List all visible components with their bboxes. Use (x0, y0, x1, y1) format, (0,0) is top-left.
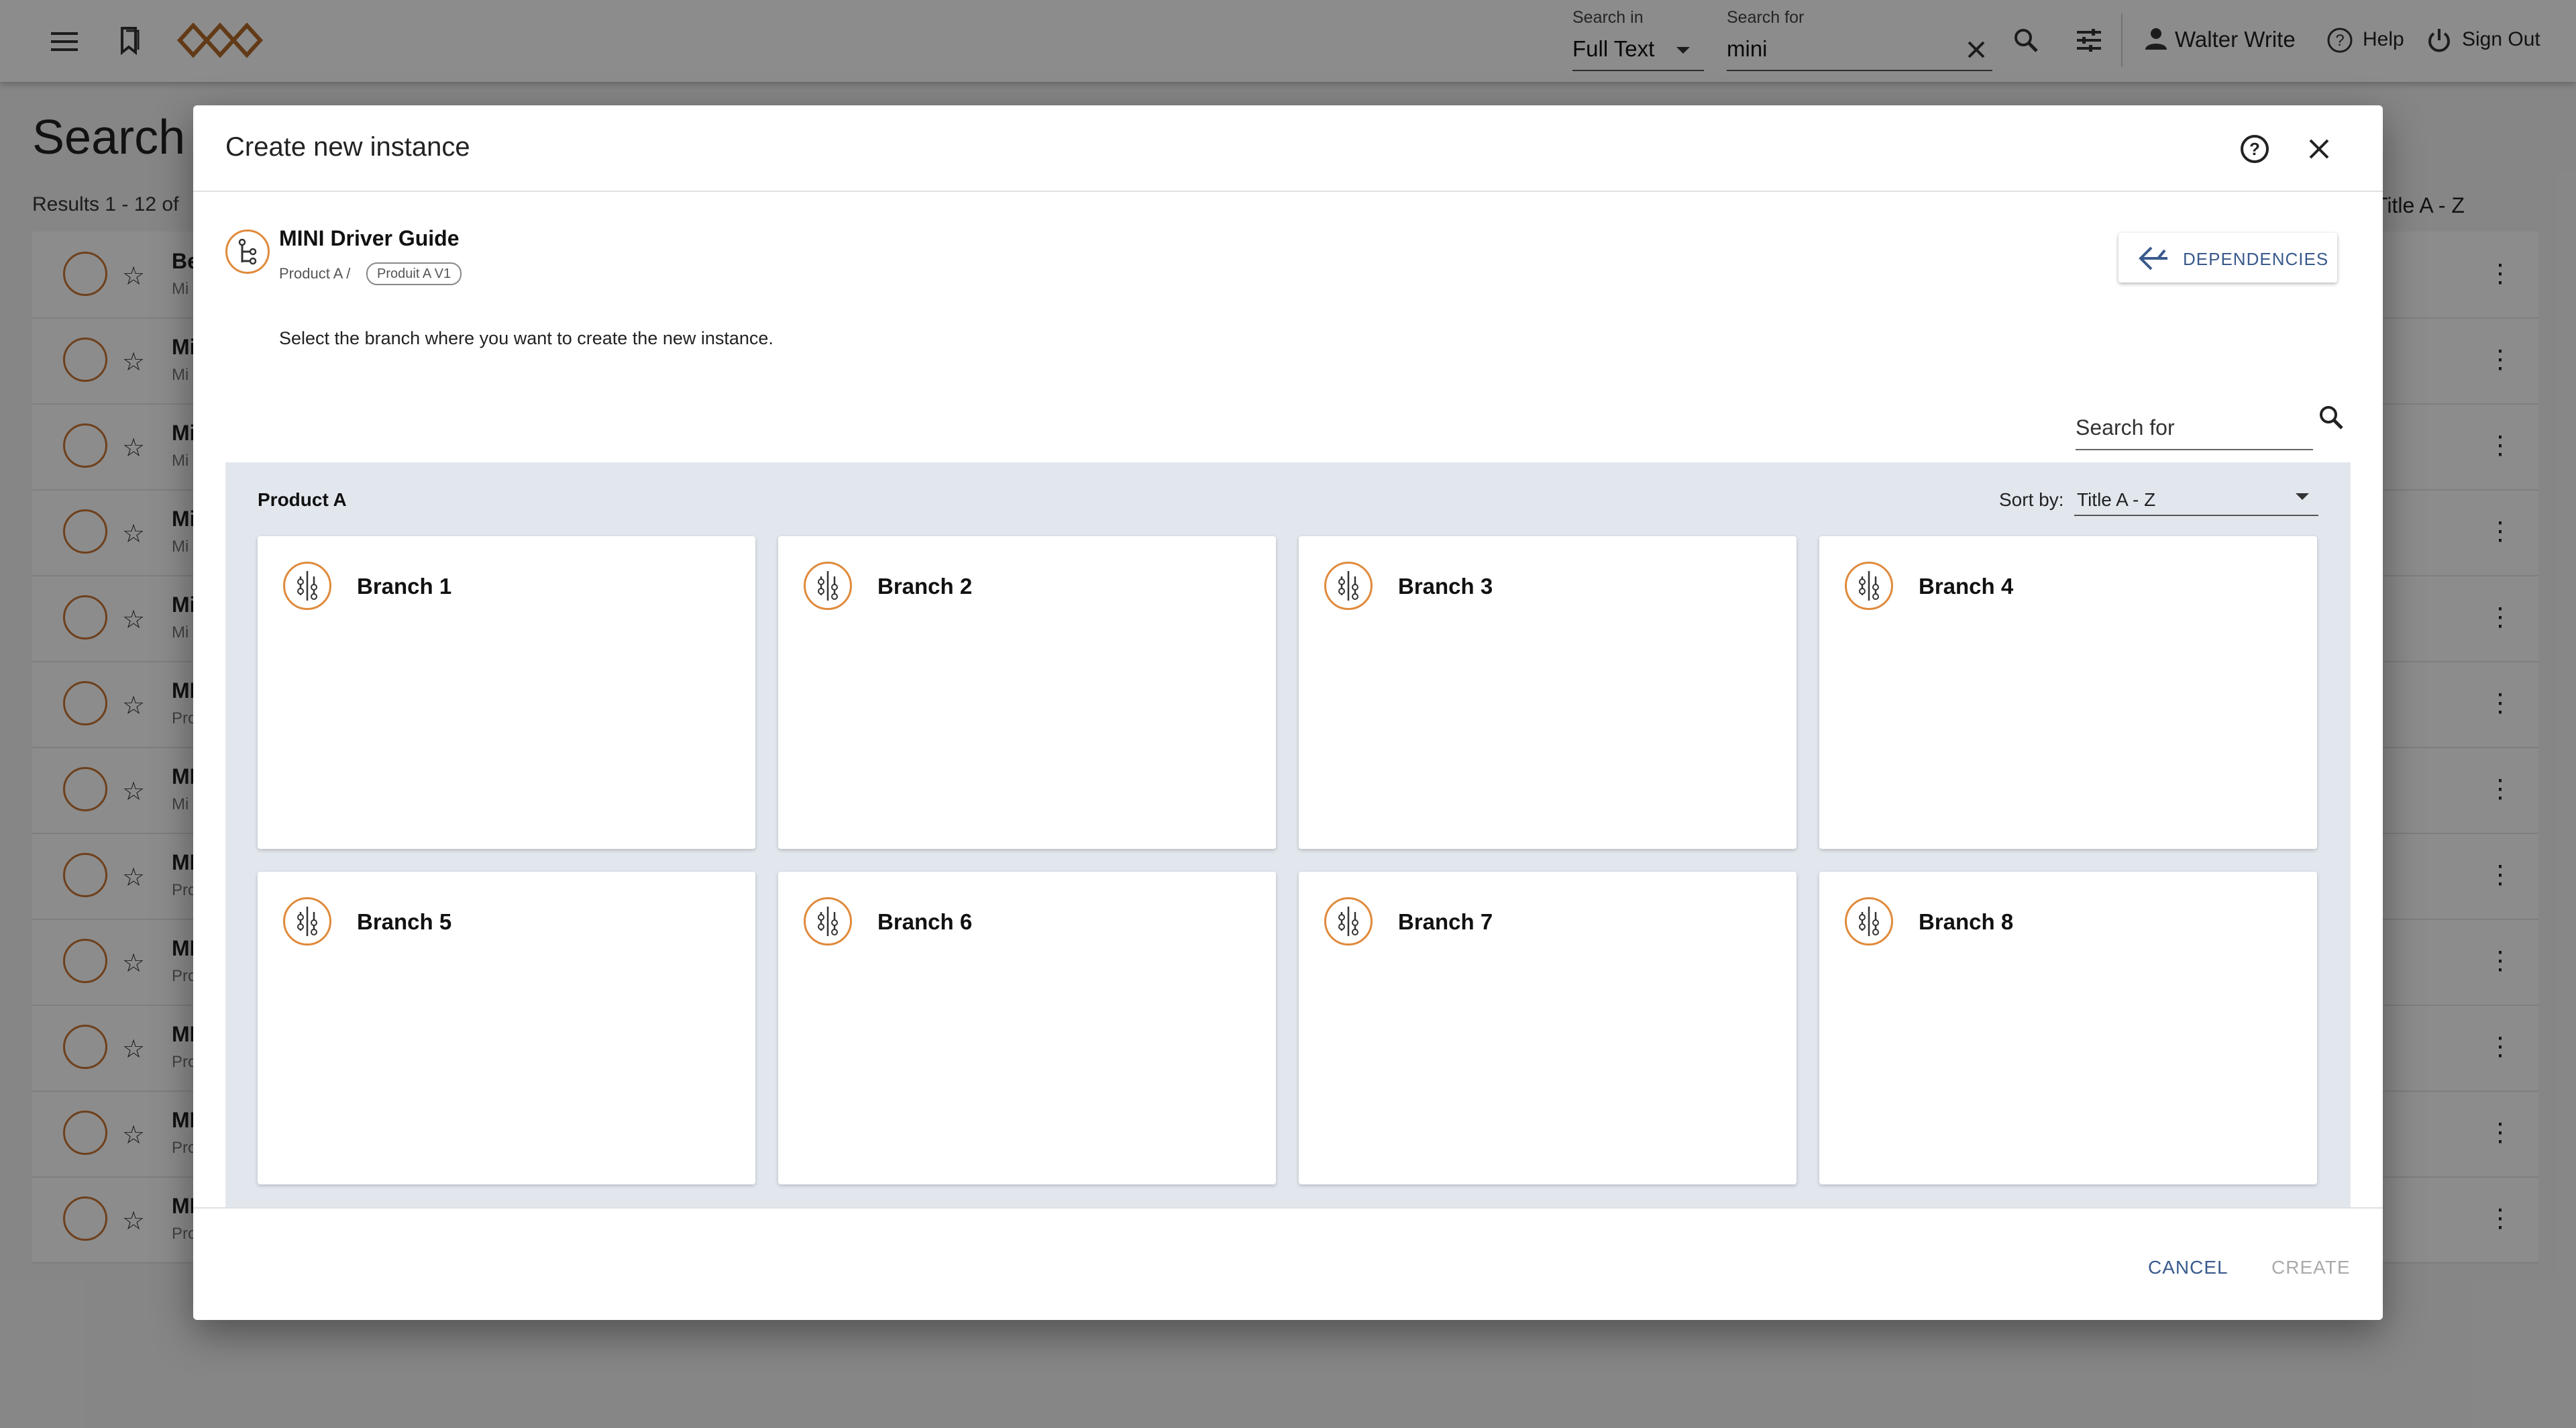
search-icon[interactable] (2316, 402, 2347, 433)
branch-search-underline (2076, 449, 2313, 450)
create-button[interactable]: CREATE (2271, 1257, 2351, 1278)
document-branch-icon (225, 230, 270, 274)
instruction-text: Select the branch where you want to crea… (279, 328, 773, 348)
branch-icon (283, 562, 331, 610)
branch-card[interactable]: Branch 3 (1299, 536, 1796, 849)
branch-card[interactable]: Branch 8 (1819, 872, 2317, 1184)
branch-card[interactable]: Branch 5 (258, 872, 755, 1184)
document-title: MINI Driver Guide (279, 226, 460, 250)
sort-by-select[interactable]: Title A - Z (2077, 489, 2155, 511)
branch-title: Branch 6 (877, 909, 973, 934)
branch-title: Branch 4 (1919, 574, 2014, 599)
branch-icon (1324, 897, 1373, 946)
branch-icon (804, 897, 852, 946)
dependencies-label: DEPENDENCIES (2183, 249, 2329, 269)
branch-title: Branch 2 (877, 574, 973, 599)
dialog-title: Create new instance (225, 132, 470, 162)
version-chip: Produit A V1 (366, 262, 462, 285)
branch-title: Branch 1 (357, 574, 452, 599)
branch-icon (1324, 562, 1373, 610)
branch-title: Branch 5 (357, 909, 452, 934)
branch-icon (1845, 562, 1893, 610)
dependencies-button[interactable]: DEPENDENCIES (2118, 233, 2337, 283)
branch-title: Branch 3 (1398, 574, 1493, 599)
branch-title: Branch 7 (1398, 909, 1493, 934)
branch-search-input[interactable]: Search for (2076, 415, 2175, 440)
panel-title: Product A (258, 489, 347, 510)
branch-card[interactable]: Branch 2 (778, 536, 1276, 849)
branch-title: Branch 8 (1919, 909, 2014, 934)
branch-card[interactable]: Branch 4 (1819, 536, 2317, 849)
branch-icon (283, 897, 331, 946)
svg-text:?: ? (2249, 139, 2260, 159)
create-instance-dialog: Create new instance ? MINI Driver Guide … (193, 105, 2383, 1320)
branch-icon (1845, 897, 1893, 946)
chevron-down-icon[interactable] (2294, 492, 2310, 505)
dependencies-icon (2137, 245, 2169, 272)
cancel-button[interactable]: CANCEL (2148, 1257, 2229, 1278)
sort-by-label: Sort by: (1999, 489, 2064, 510)
sort-by-underline (2074, 515, 2318, 516)
dialog-header: Create new instance ? (193, 105, 2383, 192)
branch-panel: Product A Sort by: Title A - Z Branch 1 … (225, 462, 2351, 1207)
help-icon[interactable]: ? (2238, 132, 2271, 166)
dialog-footer: CANCEL CREATE (193, 1207, 2383, 1321)
close-icon[interactable] (2304, 134, 2334, 164)
branch-icon (804, 562, 852, 610)
branch-card[interactable]: Branch 1 (258, 536, 755, 849)
document-path: Product A / (279, 265, 351, 282)
branch-card[interactable]: Branch 6 (778, 872, 1276, 1184)
branch-card[interactable]: Branch 7 (1299, 872, 1796, 1184)
